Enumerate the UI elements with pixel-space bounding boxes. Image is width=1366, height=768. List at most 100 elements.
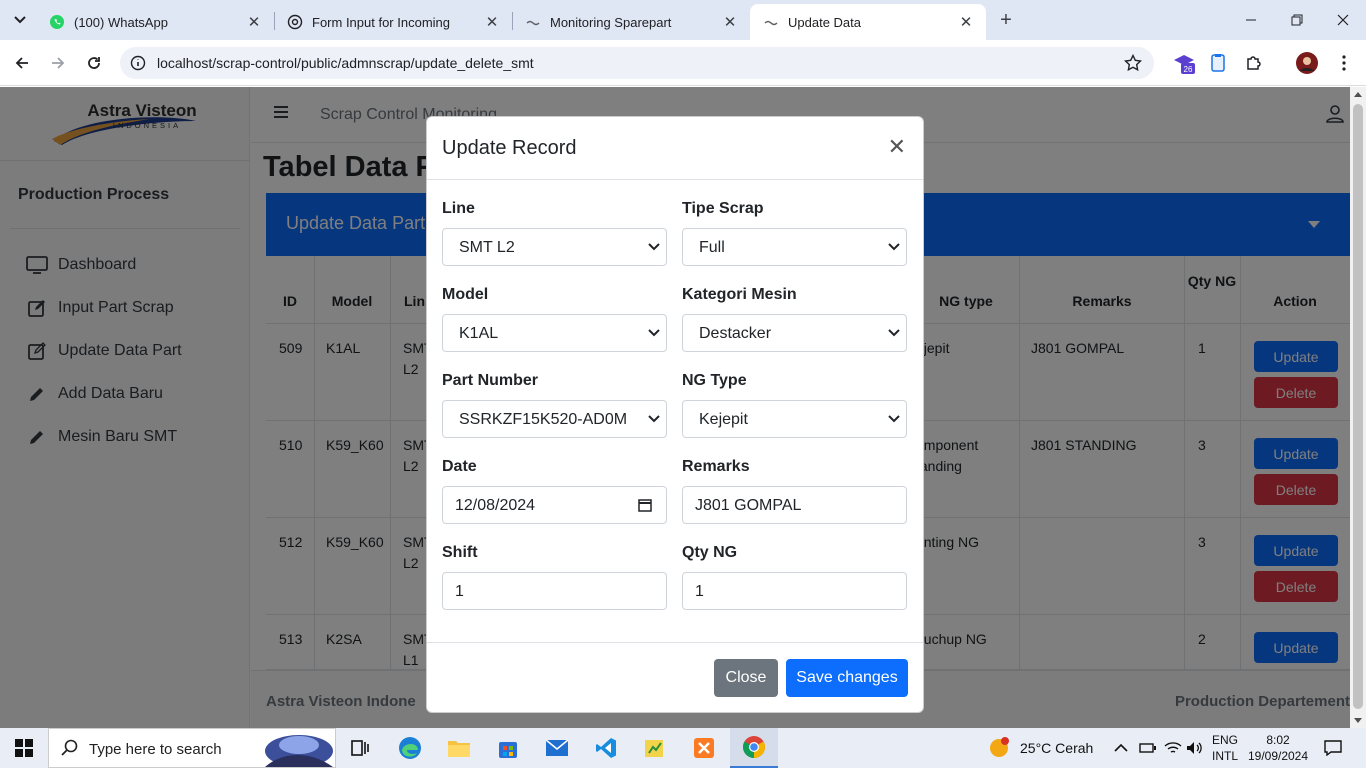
notification-icon: [1324, 740, 1342, 756]
close-button[interactable]: Close: [714, 659, 778, 697]
extension-graduation-icon[interactable]: 26: [1172, 51, 1196, 75]
notification-center-button[interactable]: [1324, 728, 1342, 768]
calendar-icon[interactable]: [638, 498, 652, 512]
modal-title: Update Record: [442, 137, 577, 159]
shift-input[interactable]: 1: [442, 572, 667, 610]
vscode-app[interactable]: [582, 728, 630, 768]
language-code: ENG: [1212, 733, 1239, 747]
selected-value: K1AL: [459, 325, 499, 342]
editor-app[interactable]: [631, 728, 679, 768]
restore-button[interactable]: [1274, 0, 1320, 40]
battery-icon[interactable]: [1139, 728, 1157, 768]
notes-icon: [645, 740, 663, 757]
language-indicator[interactable]: ENG INTL: [1212, 728, 1238, 768]
mail-app[interactable]: [533, 728, 581, 768]
ng-type-label: NG Type: [682, 372, 747, 389]
start-button[interactable]: [0, 728, 48, 768]
tab-whatsapp[interactable]: (100) WhatsApp ✕: [36, 4, 274, 40]
modal-close-icon[interactable]: ✕: [888, 136, 906, 158]
file-explorer-app[interactable]: [435, 728, 483, 768]
profile-avatar[interactable]: [1295, 51, 1319, 75]
taskbar-search-box[interactable]: Type here to search: [48, 728, 336, 768]
chevron-down-icon: [648, 415, 660, 423]
task-view-icon: [351, 740, 369, 756]
weather-widget[interactable]: 25°C Cerah: [988, 728, 1093, 768]
selected-value: SMT L2: [459, 239, 515, 256]
qty-ng-input[interactable]: 1: [682, 572, 907, 610]
chrome-icon: [743, 736, 765, 758]
address-bar[interactable]: localhost/scrap-control/public/admnscrap…: [120, 47, 1154, 79]
input-value: J801 GOMPAL: [695, 497, 802, 514]
scroll-up-icon[interactable]: [1354, 92, 1362, 97]
search-placeholder: Type here to search: [89, 741, 222, 758]
windows-logo-icon: [15, 739, 33, 757]
divider: [427, 179, 923, 180]
browser-menu-icon[interactable]: [1332, 51, 1356, 75]
url-text[interactable]: localhost/scrap-control/public/admnscrap…: [157, 55, 534, 71]
show-hidden-icons-button[interactable]: [1114, 728, 1128, 768]
divider: [427, 642, 923, 643]
back-button[interactable]: [10, 51, 34, 75]
mail-icon: [545, 739, 569, 756]
extensions-puzzle-icon[interactable]: [1242, 51, 1266, 75]
wifi-icon[interactable]: [1164, 728, 1182, 768]
chevron-down-icon: [888, 243, 900, 251]
selected-value: Full: [699, 239, 725, 256]
tipe-scrap-label: Tipe Scrap: [682, 200, 764, 217]
forward-button[interactable]: [46, 51, 70, 75]
part-number-label: Part Number: [442, 372, 539, 389]
model-select[interactable]: K1AL: [442, 314, 667, 352]
minimize-button[interactable]: [1228, 0, 1274, 40]
line-select[interactable]: SMT L2: [442, 228, 667, 266]
edge-icon: [399, 737, 421, 759]
close-tab-icon[interactable]: ✕: [246, 14, 262, 31]
store-app[interactable]: [484, 728, 532, 768]
tipe-scrap-select[interactable]: Full: [682, 228, 907, 266]
openai-icon: [287, 14, 303, 30]
remarks-input[interactable]: J801 GOMPAL: [682, 486, 907, 524]
tab-title: Form Input for Incoming: [312, 14, 450, 30]
clock-time: 8:02: [1266, 733, 1290, 747]
tab-form-input[interactable]: Form Input for Incoming ✕: [274, 4, 512, 40]
tab-title: Monitoring Sparepart: [550, 14, 672, 30]
ng-type-select[interactable]: Kejepit: [682, 400, 907, 438]
scrollbar-thumb[interactable]: [1353, 104, 1363, 709]
clock-date: 19/09/2024: [1247, 749, 1309, 763]
xampp-app[interactable]: [680, 728, 728, 768]
windows-taskbar: Type here to search 25°C Cerah ENG INTL …: [0, 728, 1366, 768]
reload-button[interactable]: [82, 51, 106, 75]
remarks-label: Remarks: [682, 458, 750, 475]
close-tab-icon[interactable]: ✕: [484, 14, 500, 31]
close-tab-icon[interactable]: ✕: [958, 14, 974, 31]
search-icon: [61, 739, 79, 757]
edge-app[interactable]: [386, 728, 434, 768]
tab-title: (100) WhatsApp: [74, 14, 168, 30]
save-changes-button[interactable]: Save changes: [786, 659, 908, 697]
arrow-right-icon: [52, 57, 65, 69]
tab-search-button[interactable]: [8, 8, 32, 32]
page-scrollbar[interactable]: [1350, 87, 1366, 728]
input-value: 1: [695, 583, 704, 600]
bookmark-star-icon[interactable]: [1124, 54, 1142, 72]
chrome-app[interactable]: [730, 728, 778, 768]
task-view-button[interactable]: [336, 728, 384, 768]
tab-update-data[interactable]: Update Data ✕: [750, 4, 986, 40]
selected-value: SSRKZF15K520-AD0M: [459, 411, 628, 428]
part-number-select[interactable]: SSRKZF15K520-AD0M: [442, 400, 667, 438]
close-window-button[interactable]: [1320, 0, 1366, 40]
input-value: 1: [455, 583, 464, 600]
extension-clipboard-icon[interactable]: [1206, 51, 1230, 75]
scroll-down-icon[interactable]: [1354, 718, 1362, 723]
browser-tab-strip: (100) WhatsApp ✕ Form Input for Incoming…: [0, 0, 1366, 40]
clock[interactable]: 8:02 19/09/2024: [1248, 728, 1308, 768]
input-value: 12/08/2024: [455, 497, 536, 514]
qty-ng-label: Qty NG: [682, 544, 738, 561]
site-info-icon[interactable]: [130, 55, 146, 71]
date-input[interactable]: 12/08/2024: [442, 486, 667, 524]
volume-icon[interactable]: [1186, 728, 1204, 768]
tab-monitoring-sparepart[interactable]: Monitoring Sparepart ✕: [512, 4, 750, 40]
shift-label: Shift: [442, 544, 478, 561]
new-tab-button[interactable]: +: [994, 8, 1018, 32]
kategori-mesin-select[interactable]: Destacker: [682, 314, 907, 352]
close-tab-icon[interactable]: ✕: [722, 14, 738, 31]
